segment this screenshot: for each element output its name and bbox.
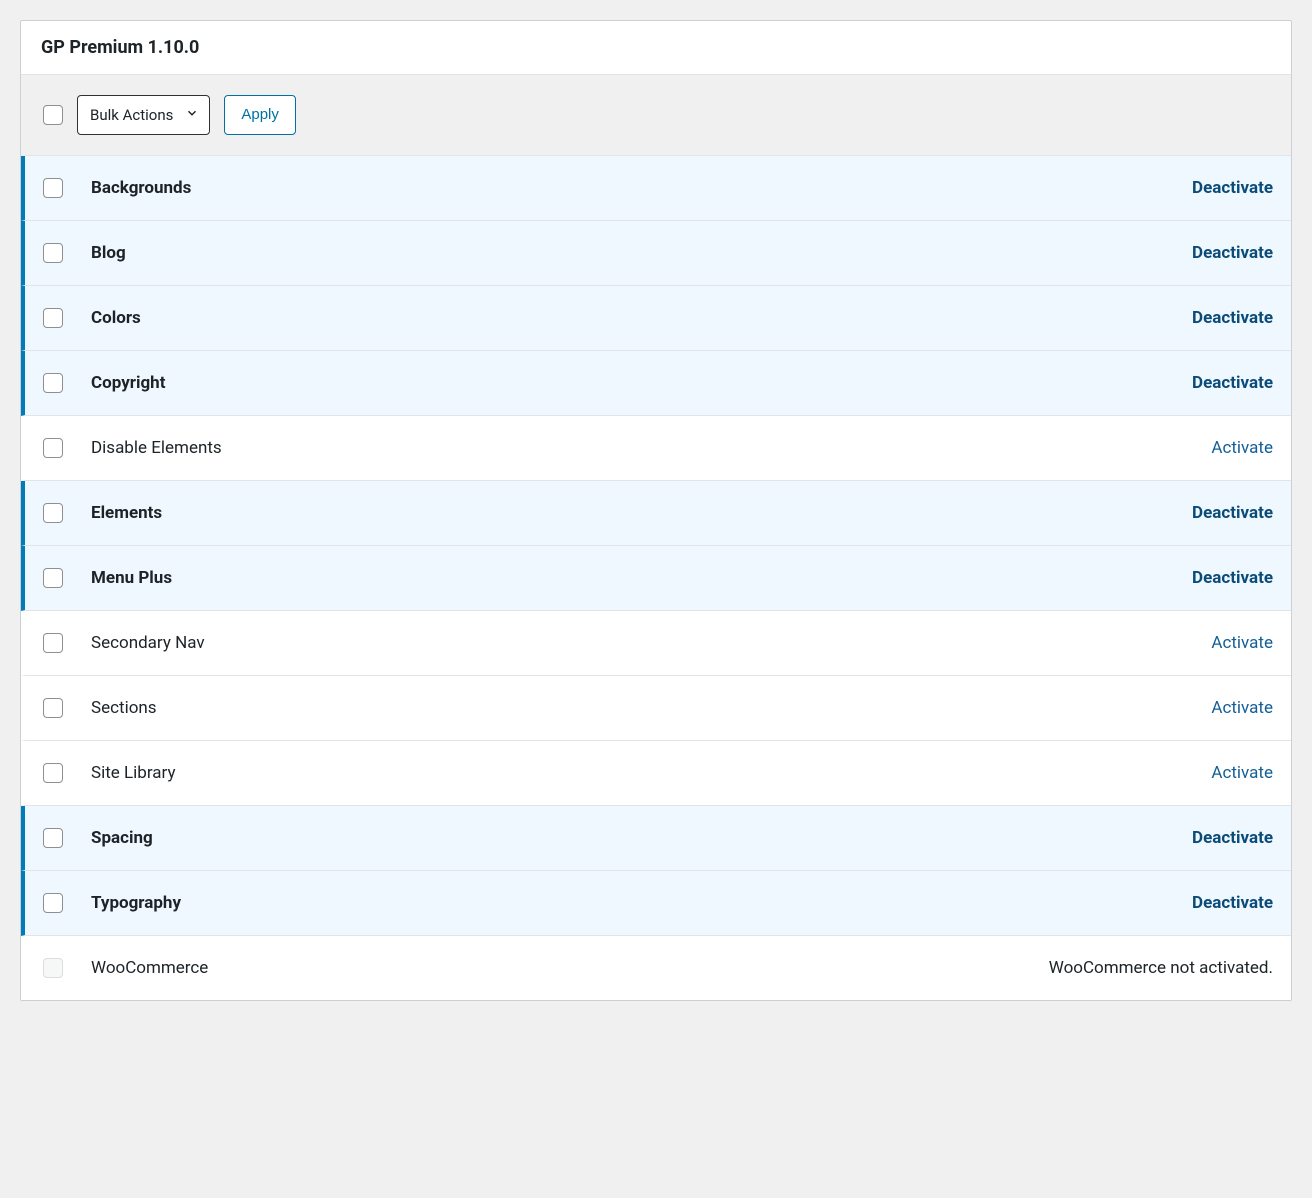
page-title: GP Premium 1.10.0 [41,37,1271,58]
bulk-actions-label: Bulk Actions [90,106,173,124]
deactivate-link[interactable]: Deactivate [1192,893,1273,913]
bulk-actions-select[interactable]: Bulk Actions [77,95,210,135]
module-label: Elements [91,503,1164,523]
deactivate-link[interactable]: Deactivate [1192,373,1273,393]
module-label: Sections [91,698,1183,718]
module-checkbox[interactable] [43,438,63,458]
module-checkbox[interactable] [43,633,63,653]
module-label: Backgrounds [91,178,1164,198]
module-checkbox[interactable] [43,568,63,588]
gp-premium-panel: GP Premium 1.10.0 Bulk Actions Apply Bac… [20,20,1292,1001]
deactivate-link[interactable]: Deactivate [1192,828,1273,848]
deactivate-link[interactable]: Deactivate [1192,503,1273,523]
module-row: Blog Deactivate [21,221,1291,286]
module-row: Menu Plus Deactivate [21,546,1291,611]
panel-header: GP Premium 1.10.0 [21,21,1291,75]
module-row: Sections Activate [21,676,1291,741]
module-checkbox[interactable] [43,178,63,198]
module-note: WooCommerce not activated. [1049,958,1273,978]
module-list: BackgroundsDeactivateBlogDeactivateColor… [21,156,1291,1000]
activate-link[interactable]: Activate [1211,633,1273,653]
module-label: Site Library [91,763,1183,783]
activate-link[interactable]: Activate [1211,763,1273,783]
module-checkbox[interactable] [43,243,63,263]
module-row: Typography Deactivate [21,871,1291,936]
activate-link[interactable]: Activate [1211,698,1273,718]
module-checkbox[interactable] [43,893,63,913]
module-label: Typography [91,893,1164,913]
module-row: Secondary Nav Activate [21,611,1291,676]
module-label: Secondary Nav [91,633,1183,653]
module-row: WooCommerce WooCommerce not activated. [21,936,1291,1000]
deactivate-link[interactable]: Deactivate [1192,178,1273,198]
module-checkbox[interactable] [43,828,63,848]
module-row: Copyright Deactivate [21,351,1291,416]
bulk-toolbar: Bulk Actions Apply [21,75,1291,156]
module-label: Colors [91,308,1164,328]
module-row: Backgrounds Deactivate [21,156,1291,221]
module-row: Elements Deactivate [21,481,1291,546]
apply-button[interactable]: Apply [224,95,296,135]
module-row: Colors Deactivate [21,286,1291,351]
module-checkbox[interactable] [43,308,63,328]
deactivate-link[interactable]: Deactivate [1192,243,1273,263]
module-label: WooCommerce [91,958,1021,978]
deactivate-link[interactable]: Deactivate [1192,308,1273,328]
module-label: Menu Plus [91,568,1164,588]
activate-link[interactable]: Activate [1211,438,1273,458]
chevron-down-icon [185,106,199,124]
deactivate-link[interactable]: Deactivate [1192,568,1273,588]
module-checkbox[interactable] [43,698,63,718]
module-checkbox[interactable] [43,373,63,393]
module-row: Spacing Deactivate [21,806,1291,871]
module-label: Disable Elements [91,438,1183,458]
module-label: Blog [91,243,1164,263]
module-checkbox[interactable] [43,503,63,523]
module-row: Site Library Activate [21,741,1291,806]
module-checkbox[interactable] [43,763,63,783]
module-row: Disable Elements Activate [21,416,1291,481]
module-label: Spacing [91,828,1164,848]
select-all-checkbox[interactable] [43,105,63,125]
module-label: Copyright [91,373,1164,393]
module-checkbox [43,958,63,978]
